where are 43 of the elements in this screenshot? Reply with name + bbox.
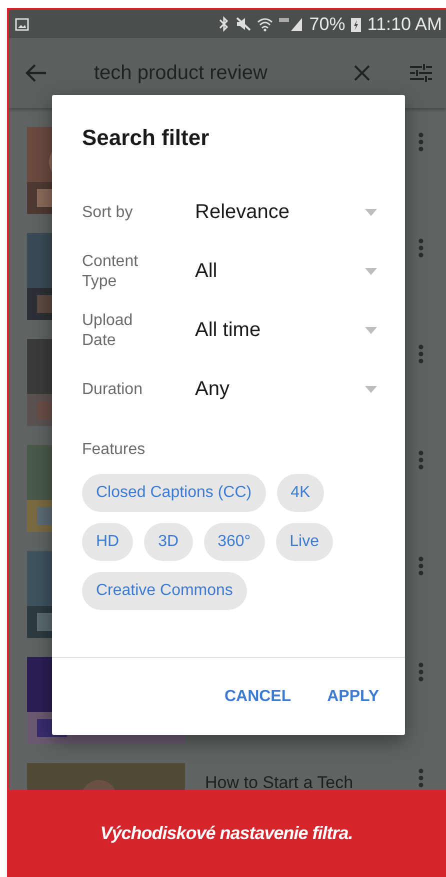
caption-text: Východiskové nastavenie filtra. [100, 823, 353, 844]
feature-chip[interactable]: Creative Commons [82, 572, 247, 610]
more-options-icon[interactable] [418, 132, 424, 152]
dialog-title: Search filter [82, 125, 210, 151]
clear-button[interactable] [352, 63, 372, 83]
bluetooth-icon [219, 16, 230, 32]
filter-dropdown[interactable]: Relevance [195, 201, 377, 224]
dropdown-caret-icon [365, 209, 377, 216]
more-options-icon[interactable] [418, 238, 424, 258]
search-query[interactable]: tech product review [94, 62, 352, 84]
feature-chip[interactable]: 360° [204, 523, 265, 561]
filter-label: Content Type [82, 252, 140, 292]
feature-chip[interactable]: 3D [144, 523, 193, 561]
dropdown-caret-icon [365, 268, 377, 275]
signal-icon [279, 16, 304, 32]
filter-label: Duration [82, 380, 144, 400]
video-title[interactable]: How to Start a Tech [205, 773, 418, 790]
wifi-icon [257, 16, 274, 32]
filter-button[interactable] [408, 61, 434, 85]
feature-chip[interactable]: 4K [276, 474, 324, 512]
filter-dropdown[interactable]: All [195, 260, 377, 283]
filter-dropdown[interactable]: All time [195, 319, 377, 342]
feature-chip[interactable]: Closed Captions (CC) [82, 474, 266, 512]
feature-chip[interactable]: HD [82, 523, 134, 561]
cancel-button[interactable]: CANCEL [220, 684, 296, 710]
mute-icon [235, 16, 252, 32]
image-icon [15, 18, 29, 30]
feature-chip[interactable]: Live [276, 523, 334, 561]
dropdown-caret-icon [365, 327, 377, 334]
filter-label: Upload Date [82, 310, 134, 350]
filter-dropdown[interactable]: Any [195, 378, 377, 401]
battery-charging-icon [351, 16, 362, 32]
apply-button[interactable]: APPLY [323, 684, 383, 710]
more-options-icon[interactable] [418, 344, 424, 364]
more-options-icon[interactable] [418, 450, 424, 470]
features-label: Features [82, 441, 146, 459]
more-options-icon[interactable] [418, 662, 424, 682]
filter-label: Sort by [82, 202, 134, 222]
more-options-icon[interactable] [418, 556, 424, 576]
more-options-icon[interactable] [418, 768, 424, 788]
clock: 11:10 AM [367, 14, 442, 34]
dropdown-caret-icon [365, 386, 377, 393]
battery-percent: 70% [309, 14, 346, 34]
